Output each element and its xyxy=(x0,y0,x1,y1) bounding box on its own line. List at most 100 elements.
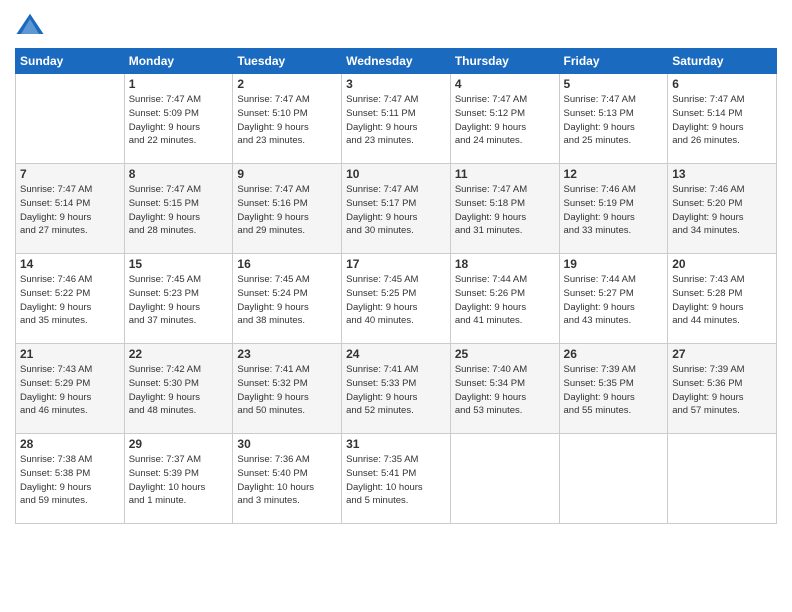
day-info: Sunrise: 7:35 AMSunset: 5:41 PMDaylight:… xyxy=(346,453,446,508)
day-cell: 14 Sunrise: 7:46 AMSunset: 5:22 PMDayligh… xyxy=(16,254,125,344)
day-cell: 15Sunrise: 7:45 AMSunset: 5:23 PMDayligh… xyxy=(124,254,233,344)
day-number: 15 xyxy=(129,257,229,271)
day-cell: 11 Sunrise: 7:47 AMSunset: 5:18 PMDayligh… xyxy=(450,164,559,254)
day-info: Sunrise: 7:46 AMSunset: 5:19 PMDaylight:… xyxy=(564,183,664,238)
day-number: 25 xyxy=(455,347,555,361)
calendar: SundayMondayTuesdayWednesdayThursdayFrid… xyxy=(15,48,777,524)
day-number: 9 xyxy=(237,167,337,181)
day-cell: 6Sunrise: 7:47 AMSunset: 5:14 PMDaylight… xyxy=(668,74,777,164)
day-cell: 28 Sunrise: 7:38 AMSunset: 5:38 PMDayligh… xyxy=(16,434,125,524)
day-cell: 21 Sunrise: 7:43 AMSunset: 5:29 PMDayligh… xyxy=(16,344,125,434)
day-number: 7 xyxy=(20,167,120,181)
day-info: Sunrise: 7:47 AMSunset: 5:16 PMDaylight:… xyxy=(237,183,337,238)
day-number: 1 xyxy=(129,77,229,91)
weekday-saturday: Saturday xyxy=(668,49,777,74)
day-info: Sunrise: 7:47 AMSunset: 5:11 PMDaylight:… xyxy=(346,93,446,148)
day-number: 14 xyxy=(20,257,120,271)
day-info: Sunrise: 7:42 AMSunset: 5:30 PMDaylight:… xyxy=(129,363,229,418)
day-cell: 17 Sunrise: 7:45 AMSunset: 5:25 PMDayligh… xyxy=(342,254,451,344)
day-info: Sunrise: 7:46 AMSunset: 5:22 PMDaylight:… xyxy=(20,273,120,328)
day-cell: 2 Sunrise: 7:47 AMSunset: 5:10 PMDaylight… xyxy=(233,74,342,164)
day-cell: 5 Sunrise: 7:47 AMSunset: 5:13 PMDaylight… xyxy=(559,74,668,164)
day-cell: 4Sunrise: 7:47 AMSunset: 5:12 PMDaylight… xyxy=(450,74,559,164)
day-cell: 18 Sunrise: 7:44 AMSunset: 5:26 PMDayligh… xyxy=(450,254,559,344)
day-cell: 3Sunrise: 7:47 AMSunset: 5:11 PMDaylight… xyxy=(342,74,451,164)
day-number: 13 xyxy=(672,167,772,181)
day-number: 17 xyxy=(346,257,446,271)
weekday-monday: Monday xyxy=(124,49,233,74)
weekday-friday: Friday xyxy=(559,49,668,74)
day-cell xyxy=(559,434,668,524)
day-number: 28 xyxy=(20,437,120,451)
day-cell xyxy=(16,74,125,164)
week-row-1: 1Sunrise: 7:47 AMSunset: 5:09 PMDaylight… xyxy=(16,74,777,164)
day-info: Sunrise: 7:47 AMSunset: 5:10 PMDaylight:… xyxy=(237,93,337,148)
day-info: Sunrise: 7:41 AMSunset: 5:32 PMDaylight:… xyxy=(237,363,337,418)
day-info: Sunrise: 7:47 AMSunset: 5:13 PMDaylight:… xyxy=(564,93,664,148)
day-info: Sunrise: 7:36 AMSunset: 5:40 PMDaylight:… xyxy=(237,453,337,508)
day-info: Sunrise: 7:41 AMSunset: 5:33 PMDaylight:… xyxy=(346,363,446,418)
day-number: 21 xyxy=(20,347,120,361)
day-info: Sunrise: 7:47 AMSunset: 5:18 PMDaylight:… xyxy=(455,183,555,238)
day-info: Sunrise: 7:43 AMSunset: 5:29 PMDaylight:… xyxy=(20,363,120,418)
day-number: 20 xyxy=(672,257,772,271)
day-number: 23 xyxy=(237,347,337,361)
day-info: Sunrise: 7:38 AMSunset: 5:38 PMDaylight:… xyxy=(20,453,120,508)
day-info: Sunrise: 7:44 AMSunset: 5:26 PMDaylight:… xyxy=(455,273,555,328)
day-cell: 10 Sunrise: 7:47 AMSunset: 5:17 PMDayligh… xyxy=(342,164,451,254)
day-cell: 22Sunrise: 7:42 AMSunset: 5:30 PMDayligh… xyxy=(124,344,233,434)
day-info: Sunrise: 7:37 AMSunset: 5:39 PMDaylight:… xyxy=(129,453,229,508)
week-row-4: 21 Sunrise: 7:43 AMSunset: 5:29 PMDayligh… xyxy=(16,344,777,434)
day-cell: 12Sunrise: 7:46 AMSunset: 5:19 PMDayligh… xyxy=(559,164,668,254)
day-cell: 1Sunrise: 7:47 AMSunset: 5:09 PMDaylight… xyxy=(124,74,233,164)
day-cell: 31Sunrise: 7:35 AMSunset: 5:41 PMDayligh… xyxy=(342,434,451,524)
day-number: 10 xyxy=(346,167,446,181)
day-info: Sunrise: 7:45 AMSunset: 5:24 PMDaylight:… xyxy=(237,273,337,328)
day-cell: 7 Sunrise: 7:47 AMSunset: 5:14 PMDaylight… xyxy=(16,164,125,254)
day-info: Sunrise: 7:39 AMSunset: 5:36 PMDaylight:… xyxy=(672,363,772,418)
day-info: Sunrise: 7:47 AMSunset: 5:14 PMDaylight:… xyxy=(672,93,772,148)
day-cell: 24 Sunrise: 7:41 AMSunset: 5:33 PMDayligh… xyxy=(342,344,451,434)
day-number: 30 xyxy=(237,437,337,451)
day-cell: 29 Sunrise: 7:37 AMSunset: 5:39 PMDayligh… xyxy=(124,434,233,524)
day-cell: 13 Sunrise: 7:46 AMSunset: 5:20 PMDayligh… xyxy=(668,164,777,254)
day-cell: 19Sunrise: 7:44 AMSunset: 5:27 PMDayligh… xyxy=(559,254,668,344)
logo xyxy=(15,10,49,40)
day-cell: 30 Sunrise: 7:36 AMSunset: 5:40 PMDayligh… xyxy=(233,434,342,524)
weekday-thursday: Thursday xyxy=(450,49,559,74)
day-info: Sunrise: 7:47 AMSunset: 5:12 PMDaylight:… xyxy=(455,93,555,148)
day-number: 26 xyxy=(564,347,664,361)
day-number: 8 xyxy=(129,167,229,181)
week-row-5: 28 Sunrise: 7:38 AMSunset: 5:38 PMDayligh… xyxy=(16,434,777,524)
day-info: Sunrise: 7:47 AMSunset: 5:14 PMDaylight:… xyxy=(20,183,120,238)
day-info: Sunrise: 7:47 AMSunset: 5:15 PMDaylight:… xyxy=(129,183,229,238)
logo-icon xyxy=(15,10,45,40)
day-number: 18 xyxy=(455,257,555,271)
day-number: 27 xyxy=(672,347,772,361)
day-number: 11 xyxy=(455,167,555,181)
weekday-wednesday: Wednesday xyxy=(342,49,451,74)
day-number: 2 xyxy=(237,77,337,91)
day-cell: 20Sunrise: 7:43 AMSunset: 5:28 PMDayligh… xyxy=(668,254,777,344)
day-number: 24 xyxy=(346,347,446,361)
day-info: Sunrise: 7:40 AMSunset: 5:34 PMDaylight:… xyxy=(455,363,555,418)
day-cell: 26 Sunrise: 7:39 AMSunset: 5:35 PMDayligh… xyxy=(559,344,668,434)
day-number: 19 xyxy=(564,257,664,271)
day-cell: 27 Sunrise: 7:39 AMSunset: 5:36 PMDayligh… xyxy=(668,344,777,434)
day-info: Sunrise: 7:46 AMSunset: 5:20 PMDaylight:… xyxy=(672,183,772,238)
header xyxy=(15,10,777,40)
day-info: Sunrise: 7:45 AMSunset: 5:25 PMDaylight:… xyxy=(346,273,446,328)
weekday-sunday: Sunday xyxy=(16,49,125,74)
day-number: 29 xyxy=(129,437,229,451)
day-cell xyxy=(450,434,559,524)
week-row-2: 7 Sunrise: 7:47 AMSunset: 5:14 PMDaylight… xyxy=(16,164,777,254)
day-cell: 16 Sunrise: 7:45 AMSunset: 5:24 PMDayligh… xyxy=(233,254,342,344)
weekday-tuesday: Tuesday xyxy=(233,49,342,74)
day-cell: 8 Sunrise: 7:47 AMSunset: 5:15 PMDaylight… xyxy=(124,164,233,254)
day-info: Sunrise: 7:47 AMSunset: 5:17 PMDaylight:… xyxy=(346,183,446,238)
day-number: 5 xyxy=(564,77,664,91)
day-cell: 25 Sunrise: 7:40 AMSunset: 5:34 PMDayligh… xyxy=(450,344,559,434)
day-number: 16 xyxy=(237,257,337,271)
day-cell: 23 Sunrise: 7:41 AMSunset: 5:32 PMDayligh… xyxy=(233,344,342,434)
day-info: Sunrise: 7:39 AMSunset: 5:35 PMDaylight:… xyxy=(564,363,664,418)
